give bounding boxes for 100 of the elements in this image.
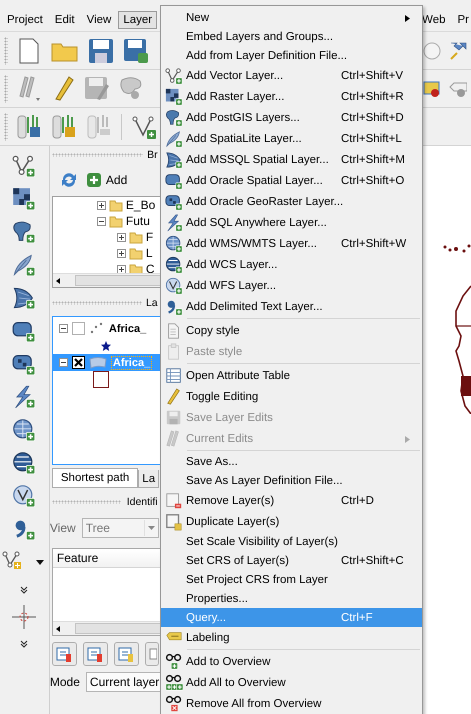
menu-item[interactable]: Properties... xyxy=(161,589,422,608)
star-symbol-icon xyxy=(100,340,112,352)
menu-item[interactable]: Remove Layer(s) Ctrl+D xyxy=(161,490,422,511)
menu-item[interactable]: Add MSSQL Spatial Layer... Ctrl+Shift+M xyxy=(161,149,422,170)
floppy-disk-edit-icon[interactable] xyxy=(123,38,149,64)
tree-item[interactable]: E_Bo xyxy=(126,198,156,212)
menu-item[interactable]: Add SQL Anywhere Layer... xyxy=(161,212,422,233)
form-icon xyxy=(56,646,73,662)
comma-plus-icon xyxy=(164,298,182,316)
menu-title[interactable]: Pr xyxy=(452,11,471,29)
menu-title[interactable]: Layer xyxy=(118,11,158,29)
menu-item[interactable]: Embed Layers and Groups... xyxy=(161,27,422,46)
menu-item[interactable]: Remove All from Overview xyxy=(161,693,422,714)
tab[interactable]: La xyxy=(138,470,160,488)
form-icon xyxy=(146,647,157,661)
layer-upload-icon[interactable] xyxy=(16,112,42,140)
globe-plus-icon xyxy=(164,276,182,294)
chevron-icon[interactable] xyxy=(19,585,30,595)
expand-toggle[interactable] xyxy=(96,216,106,226)
expand-toggle[interactable] xyxy=(116,264,126,274)
menu-title[interactable]: Project xyxy=(2,11,48,29)
scrollbar[interactable] xyxy=(52,273,161,287)
menu-item[interactable]: Duplicate Layer(s) xyxy=(161,511,422,532)
tree-item[interactable]: L xyxy=(146,246,153,260)
folder-icon xyxy=(108,214,123,228)
checkerboard-plus-icon xyxy=(164,88,182,106)
menu-title[interactable]: View xyxy=(82,11,116,29)
view-dropdown[interactable]: Tree xyxy=(82,518,159,538)
scrollbar[interactable] xyxy=(52,621,161,635)
menu-item[interactable]: Save As Layer Definition File... xyxy=(161,471,422,490)
add-button[interactable]: Add xyxy=(86,172,128,188)
menu-item[interactable]: New xyxy=(161,8,422,27)
pencil-icon[interactable] xyxy=(53,76,75,102)
expand-toggle[interactable] xyxy=(58,358,68,367)
label-pin-icon[interactable] xyxy=(423,78,441,98)
crosshair-icon[interactable] xyxy=(11,604,38,630)
menu-item[interactable]: Add from Layer Definition File... xyxy=(161,46,422,65)
menu-item[interactable]: Set CRS of Layer(s) Ctrl+Shift+C xyxy=(161,551,422,570)
visibility-checkbox[interactable] xyxy=(72,356,85,369)
menu-item[interactable]: Toggle Editing xyxy=(161,386,422,407)
tree-item[interactable]: Futu xyxy=(126,214,150,228)
tree-item[interactable]: F xyxy=(146,230,154,244)
menu-item[interactable]: Add PostGIS Layers... Ctrl+Shift+D xyxy=(161,107,422,128)
chevron-icon[interactable] xyxy=(19,639,30,649)
menu-item[interactable]: Add Raster Layer... Ctrl+Shift+R xyxy=(161,86,422,107)
expand-toggle[interactable] xyxy=(58,324,68,333)
plus-icon xyxy=(86,172,102,188)
globe-plus-icon xyxy=(12,451,36,475)
expand-toggle[interactable] xyxy=(116,232,126,242)
menu-item[interactable]: Add WCS Layer... xyxy=(161,254,422,275)
menu-item[interactable]: Add WMS/WMTS Layer... Ctrl+Shift+W xyxy=(161,233,422,254)
form-icon xyxy=(86,646,104,662)
field-label: Mode xyxy=(50,675,80,689)
refresh-icon[interactable] xyxy=(60,171,78,189)
globe-plus-icon xyxy=(164,234,182,252)
point-layer-icon xyxy=(88,322,103,336)
menu-item[interactable]: Add Vector Layer... Ctrl+Shift+V xyxy=(161,65,422,86)
layer-duplicate-icon xyxy=(164,512,182,530)
menu-item[interactable]: Add WFS Layer... xyxy=(161,275,422,296)
panel-title: Identifi xyxy=(126,496,158,508)
menu-item[interactable]: Labeling xyxy=(161,627,422,648)
menu-item[interactable]: Set Project CRS from Layer xyxy=(161,570,422,589)
menu-item[interactable]: Add Delimited Text Layer... xyxy=(161,296,422,317)
vertex-plus-icon xyxy=(164,66,182,84)
checkerboard-plus-icon xyxy=(12,187,36,211)
mode-dropdown[interactable]: Current layer xyxy=(86,672,162,692)
layer-name[interactable]: Africa_ xyxy=(106,322,148,336)
menu-item[interactable]: Add Oracle GeoRaster Layer... xyxy=(161,191,422,212)
sail-plus-icon xyxy=(164,150,182,168)
menu-item[interactable]: Add All to Overview xyxy=(161,672,422,693)
zoom-actual-size-icon[interactable] xyxy=(423,42,441,60)
table-button[interactable] xyxy=(144,642,159,666)
layer-gear-icon[interactable] xyxy=(51,112,77,140)
collapse-button[interactable] xyxy=(82,642,108,666)
tab[interactable]: Shortest path xyxy=(52,468,138,488)
tree-item[interactable]: C xyxy=(146,262,155,276)
zoom-arrows-icon[interactable] xyxy=(449,40,467,60)
folder-icon xyxy=(128,230,143,244)
folder-icon xyxy=(128,246,143,260)
rounded-rect-plus-icon xyxy=(164,172,182,190)
highlight-button[interactable] xyxy=(114,642,139,666)
vertex-plus-icon xyxy=(12,154,36,178)
menu-item[interactable]: Add SpatiaLite Layer... Ctrl+Shift+L xyxy=(161,128,422,149)
caret-icon xyxy=(144,520,158,536)
menu-item[interactable]: Open Attribute Table xyxy=(161,365,422,386)
menu-item[interactable]: Set Scale Visibility of Layer(s) xyxy=(161,532,422,551)
glasses-remove-icon xyxy=(164,694,182,712)
expand-toggle[interactable] xyxy=(96,200,106,210)
panel-title: Br xyxy=(147,149,158,161)
feather-plus-icon xyxy=(12,253,36,277)
menu-title[interactable]: Edit xyxy=(50,11,80,29)
menu-item[interactable]: Copy style xyxy=(161,320,422,341)
expand-toggle[interactable] xyxy=(116,248,126,258)
sail-plus-icon xyxy=(12,286,36,310)
menu-item[interactable]: Save As... xyxy=(161,452,422,471)
submenu-arrow-icon xyxy=(405,436,410,442)
expand-button[interactable] xyxy=(52,642,77,666)
visibility-checkbox[interactable] xyxy=(72,322,85,335)
menu-item[interactable]: Add Oracle Spatial Layer... Ctrl+Shift+O xyxy=(161,170,422,191)
menu-item[interactable]: Add to Overview xyxy=(161,651,422,672)
